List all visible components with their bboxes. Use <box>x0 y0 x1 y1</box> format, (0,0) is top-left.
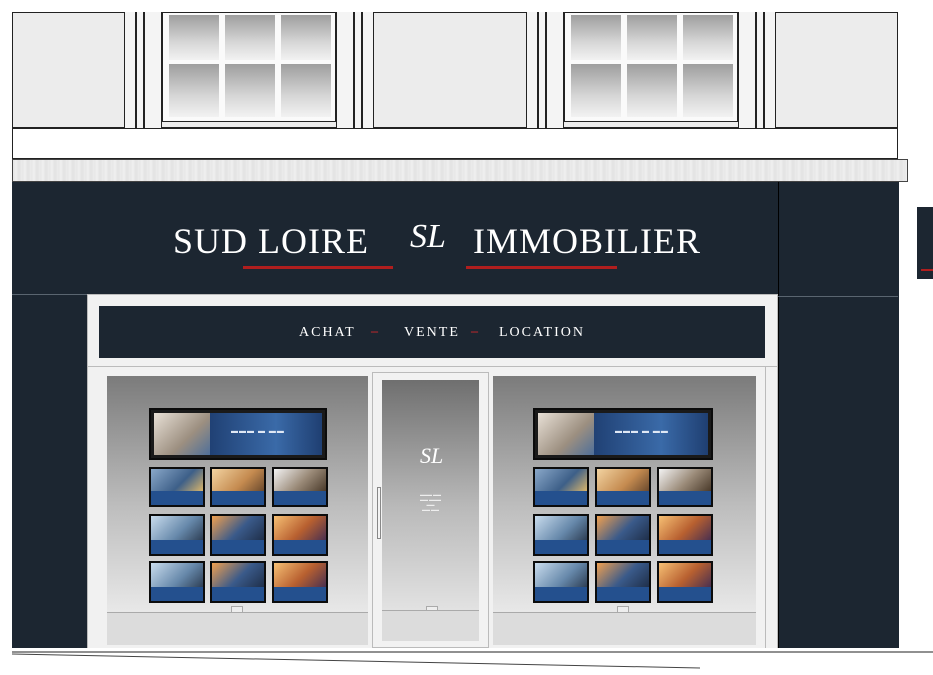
left-side-panel-divider <box>12 294 87 295</box>
sign-right-word: IMMOBILIER <box>473 221 701 261</box>
pilaster <box>124 12 136 128</box>
right-side-panel-divider <box>778 296 898 297</box>
sign-right-underline <box>466 266 617 269</box>
listing-card <box>595 561 651 603</box>
services-band: ACHAT – VENTE – LOCATION <box>99 306 765 358</box>
window-sill-right <box>493 612 756 645</box>
sign-monogram-logo: SL <box>410 218 446 255</box>
service-achat: ACHAT <box>299 325 356 340</box>
pilaster <box>546 12 564 128</box>
right-side-panel <box>778 182 899 650</box>
upper-window-left <box>162 12 336 122</box>
door-opening-hours: ▬▬▬ ▬▬ ▬▬ ▬▬▬ ▬▬ ▬▬ ▬▬ <box>419 492 442 512</box>
pilaster <box>738 12 756 128</box>
frame-divider <box>87 366 778 367</box>
sign-left-word: SUD LOIRE <box>173 221 369 261</box>
cornice <box>12 128 898 159</box>
pilaster <box>764 12 776 128</box>
projecting-side-sign <box>917 207 933 279</box>
listing-card <box>657 467 713 507</box>
ground-lines <box>11 651 933 669</box>
left-side-panel <box>12 182 88 650</box>
door-handle[interactable] <box>377 487 381 539</box>
service-separator: – <box>371 324 378 339</box>
pilaster <box>336 12 354 128</box>
listing-card <box>210 561 266 603</box>
side-sign-red-line <box>921 269 933 271</box>
listing-card <box>533 561 589 603</box>
pilaster <box>526 12 538 128</box>
listing-card <box>533 467 589 507</box>
listing-card <box>210 467 266 507</box>
pilaster <box>362 12 374 128</box>
listing-card <box>149 467 205 507</box>
display-window-left: ▬▬▬ ▬ ▬▬ <box>107 376 368 618</box>
listing-card <box>595 514 651 556</box>
listing-card <box>533 514 589 556</box>
listing-card <box>657 561 713 603</box>
main-signboard: SUD LOIRE SL IMMOBILIER <box>87 182 778 294</box>
pilaster <box>354 12 362 128</box>
listing-card <box>272 561 328 603</box>
banner-caption: ▬▬▬ ▬ ▬▬ <box>615 428 669 435</box>
sign-left-underline <box>243 266 393 269</box>
shop-door[interactable]: SL ▬▬▬ ▬▬ ▬▬ ▬▬▬ ▬▬ ▬▬ ▬▬ <box>382 380 479 618</box>
service-vente: VENTE <box>404 325 460 340</box>
display-window-right: ▬▬▬ ▬ ▬▬ <box>493 376 756 618</box>
listing-card <box>210 514 266 556</box>
listing-banner: ▬▬▬ ▬ ▬▬ <box>149 408 327 460</box>
ground <box>0 648 933 670</box>
listing-card <box>272 467 328 507</box>
listing-card <box>595 467 651 507</box>
door-monogram-logo: SL <box>420 443 444 468</box>
service-location: LOCATION <box>499 325 585 340</box>
right-frame-strip <box>765 367 777 648</box>
pilaster <box>538 12 546 128</box>
listing-card <box>657 514 713 556</box>
pilaster <box>136 12 144 128</box>
banner-caption: ▬▬▬ ▬ ▬▬ <box>231 428 285 435</box>
listing-card <box>149 514 205 556</box>
service-separator: – <box>471 324 478 339</box>
window-sill-left <box>107 612 368 645</box>
listing-banner: ▬▬▬ ▬ ▬▬ <box>533 408 713 460</box>
stone-band <box>12 159 908 182</box>
listing-card <box>272 514 328 556</box>
pilaster <box>144 12 162 128</box>
door-sill <box>382 610 479 641</box>
listing-card <box>149 561 205 603</box>
pilaster <box>756 12 764 128</box>
upper-window-right <box>564 12 738 122</box>
